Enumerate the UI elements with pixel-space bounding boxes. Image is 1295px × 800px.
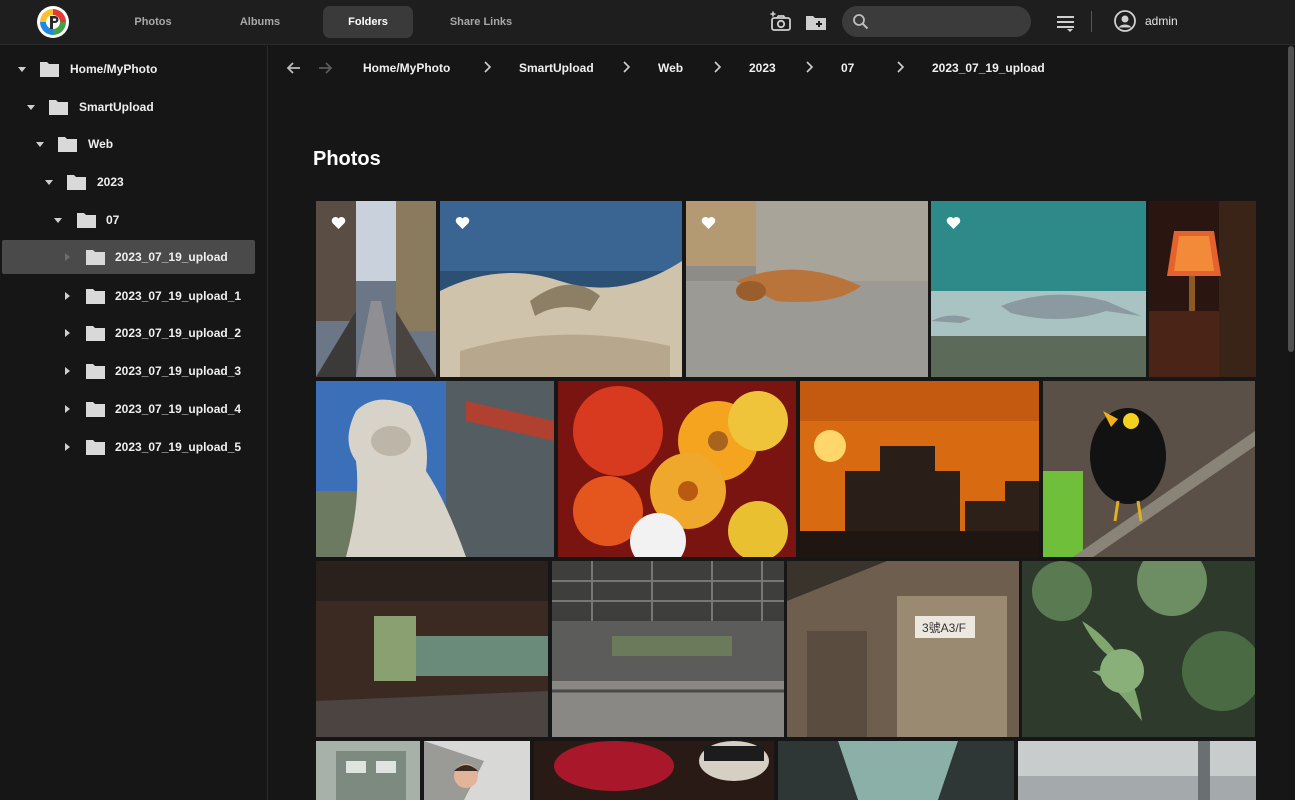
photo-thumbnail[interactable] <box>1043 381 1255 557</box>
folder-icon <box>86 324 105 341</box>
search-input[interactable] <box>876 6 1024 37</box>
tree-item-label: SmartUpload <box>79 100 154 114</box>
chevron-right-icon <box>895 60 905 74</box>
chevron-right-icon <box>621 60 631 74</box>
mailbox-label-text: 3號A3/F <box>922 621 966 635</box>
favorite-heart-icon[interactable] <box>455 216 470 230</box>
tree-item-2023-07-19-upload[interactable]: 2023_07_19_upload <box>2 240 255 274</box>
folder-icon <box>49 98 68 115</box>
add-photo-icon[interactable] <box>769 10 793 34</box>
breadcrumb-item[interactable]: Home/MyPhoto <box>363 61 450 75</box>
section-title: Photos <box>313 148 381 170</box>
tree-item-07[interactable]: 07 <box>0 203 268 237</box>
sort-icon[interactable] <box>1054 10 1078 34</box>
caret-right-icon[interactable] <box>61 365 73 377</box>
folder-icon <box>86 438 105 455</box>
tree-item-2023-07-19-upload-5[interactable]: 2023_07_19_upload_5 <box>0 430 268 464</box>
tab-albums[interactable]: Albums <box>224 6 296 38</box>
search-icon <box>852 13 869 30</box>
scrollbar[interactable] <box>1288 46 1294 352</box>
tree-item-label: 2023_07_19_upload_2 <box>115 326 242 340</box>
tree-item-label: 2023_07_19_upload_4 <box>115 402 242 416</box>
favorite-heart-icon[interactable] <box>701 216 716 230</box>
photo-thumbnail[interactable] <box>778 741 1014 800</box>
user-name[interactable]: admin <box>1145 14 1178 28</box>
tree-item-2023-07-19-upload-4[interactable]: 2023_07_19_upload_4 <box>0 392 268 426</box>
photo-thumbnail[interactable] <box>316 741 420 800</box>
caret-down-icon[interactable] <box>25 101 37 113</box>
caret-right-icon[interactable] <box>61 251 73 263</box>
main-content: Home/MyPhoto SmartUpload Web 2023 07 202… <box>269 46 1295 800</box>
tree-item-2023-07-19-upload-1[interactable]: 2023_07_19_upload_1 <box>0 279 268 313</box>
tab-share-links[interactable]: Share Links <box>440 6 522 38</box>
tree-item-label: 2023_07_19_upload_1 <box>115 289 242 303</box>
caret-down-icon[interactable] <box>43 176 55 188</box>
caret-down-icon[interactable] <box>52 214 64 226</box>
folder-icon <box>40 60 59 77</box>
folder-tree-sidebar: Home/MyPhoto SmartUpload Web 2023 07 202… <box>0 46 268 800</box>
photo-thumbnail[interactable] <box>800 381 1039 557</box>
app-logo-icon[interactable] <box>37 6 69 38</box>
photo-thumbnail[interactable] <box>931 201 1146 377</box>
tree-item-2023[interactable]: 2023 <box>0 165 268 199</box>
tree-item-label: 2023_07_19_upload <box>115 250 228 264</box>
tree-item-label: Home/MyPhoto <box>70 62 158 76</box>
photo-thumbnail[interactable] <box>534 741 774 800</box>
folder-icon <box>58 135 77 152</box>
favorite-heart-icon[interactable] <box>331 216 346 230</box>
photo-thumbnail[interactable]: 3號A3/F <box>787 561 1019 737</box>
search-bar[interactable] <box>842 6 1031 37</box>
tab-photos[interactable]: Photos <box>119 6 187 38</box>
caret-right-icon[interactable] <box>61 403 73 415</box>
photo-thumbnail[interactable] <box>424 741 530 800</box>
user-icon[interactable] <box>1113 9 1137 33</box>
tree-item-web[interactable]: Web <box>0 127 268 161</box>
tree-item-label: 07 <box>106 213 120 227</box>
folder-icon <box>86 362 105 379</box>
top-bar: Photos Albums Folders Share Links admin <box>0 0 1295 45</box>
folder-icon <box>86 287 105 304</box>
photo-thumbnail[interactable] <box>316 561 548 737</box>
tree-item-label: Web <box>88 137 114 151</box>
caret-right-icon[interactable] <box>61 290 73 302</box>
breadcrumb-item[interactable]: 2023 <box>749 61 776 75</box>
add-folder-icon[interactable] <box>804 10 828 34</box>
breadcrumb-item[interactable]: SmartUpload <box>519 61 594 75</box>
back-arrow-icon[interactable] <box>285 59 303 77</box>
photo-thumbnail[interactable] <box>558 381 796 557</box>
folder-icon <box>86 248 105 265</box>
photo-thumbnail[interactable] <box>316 201 436 377</box>
breadcrumb-item-current[interactable]: 2023_07_19_upload <box>932 61 1045 75</box>
toolbar-divider <box>1091 11 1092 32</box>
caret-down-icon[interactable] <box>34 138 46 150</box>
chevron-right-icon <box>482 60 492 74</box>
photo-thumbnail[interactable] <box>686 201 928 377</box>
chevron-right-icon <box>804 60 814 74</box>
breadcrumb-item[interactable]: Web <box>658 61 683 75</box>
folder-icon <box>77 211 96 228</box>
caret-down-icon[interactable] <box>16 63 28 75</box>
tree-item-2023-07-19-upload-2[interactable]: 2023_07_19_upload_2 <box>0 316 268 350</box>
photo-thumbnail[interactable] <box>1018 741 1256 800</box>
breadcrumb-item[interactable]: 07 <box>841 61 854 75</box>
photo-thumbnail[interactable] <box>440 201 682 377</box>
forward-arrow-icon[interactable] <box>316 59 334 77</box>
photo-thumbnail[interactable] <box>1149 201 1256 377</box>
favorite-heart-icon[interactable] <box>946 216 961 230</box>
tree-item-home-myphoto[interactable]: Home/MyPhoto <box>0 52 268 86</box>
chevron-right-icon <box>712 60 722 74</box>
tree-item-label: 2023 <box>97 175 124 189</box>
tree-item-smartupload[interactable]: SmartUpload <box>0 90 268 124</box>
folder-icon <box>67 173 86 190</box>
photo-thumbnail[interactable] <box>316 381 554 557</box>
caret-right-icon[interactable] <box>61 327 73 339</box>
photo-thumbnail[interactable] <box>552 561 784 737</box>
tab-folders[interactable]: Folders <box>323 6 413 38</box>
photo-thumbnail[interactable] <box>1022 561 1255 737</box>
tree-item-label: 2023_07_19_upload_5 <box>115 440 242 454</box>
caret-right-icon[interactable] <box>61 441 73 453</box>
folder-icon <box>86 400 105 417</box>
tree-item-2023-07-19-upload-3[interactable]: 2023_07_19_upload_3 <box>0 354 268 388</box>
tree-item-label: 2023_07_19_upload_3 <box>115 364 242 378</box>
